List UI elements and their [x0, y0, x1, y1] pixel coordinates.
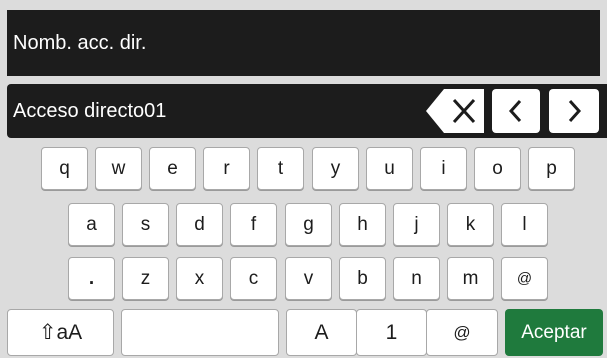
- key-label: m: [462, 267, 479, 289]
- key-f[interactable]: f: [230, 203, 277, 246]
- key-label: g: [303, 213, 314, 235]
- key-j[interactable]: j: [393, 203, 440, 246]
- key-label: y: [330, 157, 341, 179]
- key-period[interactable]: .: [68, 257, 115, 300]
- key-x[interactable]: x: [176, 257, 223, 300]
- text-input-field[interactable]: Acceso directo01: [7, 84, 422, 138]
- key-label: x: [194, 267, 205, 289]
- screen-title-text: Nomb. acc. dir.: [13, 31, 147, 54]
- key-m[interactable]: m: [447, 257, 494, 300]
- cursor-left-button[interactable]: [488, 84, 546, 138]
- shift-case-label: ⇧aA: [38, 321, 83, 344]
- key-r[interactable]: r: [203, 147, 250, 190]
- key-label: e: [167, 157, 178, 179]
- mode-numeric-label: 1: [385, 320, 398, 344]
- key-label: q: [59, 157, 70, 179]
- key-label: d: [194, 213, 205, 235]
- key-k[interactable]: k: [447, 203, 494, 246]
- key-b[interactable]: b: [339, 257, 386, 300]
- key-label: w: [111, 157, 126, 179]
- key-o[interactable]: o: [474, 147, 521, 190]
- mode-uppercase-button[interactable]: A: [286, 309, 357, 356]
- key-label: v: [303, 267, 314, 289]
- accept-button[interactable]: Aceptar: [505, 309, 603, 356]
- mode-uppercase-label: A: [314, 320, 329, 344]
- key-label: n: [411, 267, 422, 289]
- backspace-x-icon: [426, 89, 484, 133]
- accept-button-label: Aceptar: [521, 321, 587, 343]
- space-key[interactable]: [121, 309, 279, 356]
- mode-symbol-button[interactable]: @: [426, 309, 498, 356]
- key-label: .: [88, 267, 95, 289]
- mode-symbol-label: @: [453, 322, 471, 342]
- key-a[interactable]: a: [68, 203, 115, 246]
- key-label: b: [357, 267, 368, 289]
- key-label: u: [384, 157, 395, 179]
- key-v[interactable]: v: [285, 257, 332, 300]
- key-label: o: [492, 157, 503, 179]
- key-label: i: [441, 157, 446, 179]
- key-label: r: [223, 157, 230, 179]
- key-at[interactable]: @: [501, 257, 548, 300]
- key-label: p: [546, 157, 557, 179]
- key-i[interactable]: i: [420, 147, 467, 190]
- key-label: l: [522, 213, 527, 235]
- key-label: a: [86, 213, 97, 235]
- key-label: s: [140, 213, 151, 235]
- key-c[interactable]: c: [230, 257, 277, 300]
- key-s[interactable]: s: [122, 203, 169, 246]
- key-label: @: [516, 270, 533, 287]
- key-d[interactable]: d: [176, 203, 223, 246]
- key-label: z: [140, 267, 151, 289]
- chevron-right-icon: [568, 99, 582, 123]
- key-g[interactable]: g: [285, 203, 332, 246]
- key-label: c: [248, 267, 259, 289]
- key-u[interactable]: u: [366, 147, 413, 190]
- key-label: h: [357, 213, 368, 235]
- key-label: t: [277, 157, 284, 179]
- key-l[interactable]: l: [501, 203, 548, 246]
- key-label: k: [465, 213, 476, 235]
- key-q[interactable]: q: [41, 147, 88, 190]
- shift-case-button[interactable]: ⇧aA: [7, 309, 114, 356]
- key-n[interactable]: n: [393, 257, 440, 300]
- backspace-button[interactable]: [422, 84, 488, 138]
- key-p[interactable]: p: [528, 147, 575, 190]
- cursor-right-button[interactable]: [545, 84, 607, 138]
- key-y[interactable]: y: [312, 147, 359, 190]
- key-z[interactable]: z: [122, 257, 169, 300]
- mode-numeric-button[interactable]: 1: [356, 309, 427, 356]
- key-label: j: [414, 213, 419, 235]
- key-e[interactable]: e: [149, 147, 196, 190]
- text-input-value: Acceso directo01: [13, 99, 167, 122]
- key-t[interactable]: t: [257, 147, 304, 190]
- chevron-left-icon: [508, 99, 522, 123]
- key-label: f: [250, 213, 257, 235]
- screen-title: Nomb. acc. dir.: [7, 10, 600, 76]
- key-h[interactable]: h: [339, 203, 386, 246]
- key-w[interactable]: w: [95, 147, 142, 190]
